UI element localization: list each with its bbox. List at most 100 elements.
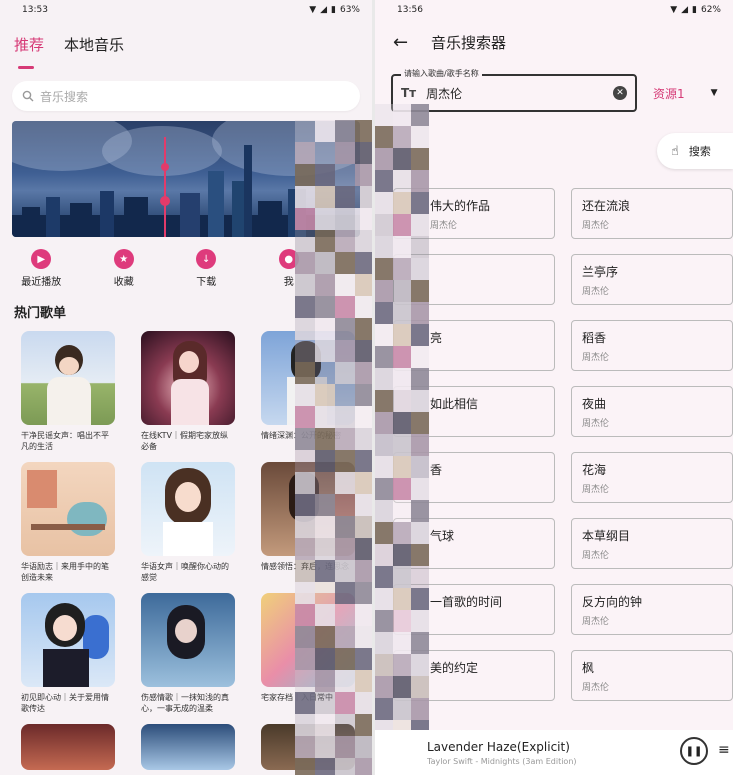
mosaic-tile [355, 560, 372, 582]
battery-icon: ▮ [692, 5, 697, 15]
star-icon: ★ [113, 249, 134, 269]
mosaic-tile [295, 318, 315, 340]
mosaic-tile [393, 324, 411, 346]
mosaic-tile [375, 522, 393, 544]
mosaic-tile [411, 280, 429, 302]
mosaic-tile [295, 208, 315, 230]
mosaic-tile [411, 654, 429, 676]
mosaic-tile [295, 560, 315, 582]
tower-graphic [160, 137, 170, 237]
mosaic-tile [315, 736, 335, 758]
mosaic-tile [355, 450, 372, 472]
mosaic-tile [393, 522, 411, 544]
mosaic-tile [295, 296, 315, 318]
mosaic-tile [411, 104, 429, 126]
mosaic-tile [355, 406, 372, 428]
mosaic-tile [375, 632, 393, 654]
mosaic-tile [315, 758, 335, 775]
search-button-label: 搜索 [688, 145, 711, 158]
result-card[interactable]: 花海 周杰伦 [571, 452, 733, 503]
mini-player[interactable]: Lavender Haze(Explicit) Taylor Swift - M… [375, 730, 733, 775]
mosaic-tile [411, 368, 429, 390]
playlist-cover [21, 462, 115, 556]
mosaic-tile [315, 538, 335, 560]
mosaic-tile [295, 186, 315, 208]
mosaic-tile [295, 538, 315, 560]
mosaic-tile [295, 626, 315, 648]
mosaic-tile [393, 192, 411, 214]
mosaic-tile [375, 302, 393, 324]
result-card[interactable]: 兰亭序 周杰伦 [571, 254, 733, 305]
mosaic-tile [393, 258, 411, 280]
mosaic-tile [295, 736, 315, 758]
result-card[interactable]: 枫周杰伦 [571, 650, 733, 701]
mosaic-tile [375, 258, 393, 280]
mosaic-tile [355, 384, 372, 406]
mosaic-tile [315, 582, 335, 604]
mosaic-tile [393, 610, 411, 632]
mosaic-tile [355, 274, 372, 296]
mosaic-tile [335, 274, 355, 296]
clear-icon[interactable]: ✕ [613, 86, 627, 100]
mosaic-tile [295, 164, 315, 186]
mosaic-tile [335, 252, 355, 274]
playlist-card[interactable]: 干净民谣女声：唱出不平凡的生活 [21, 331, 115, 454]
playlist-card[interactable]: 华语励志｜来用手中的笔创造未来 [21, 462, 115, 585]
playlist-icon[interactable]: ≡ [718, 742, 730, 758]
shortcut-favorite[interactable]: ★ 收藏 [94, 249, 154, 288]
tap-icon: ☝ [671, 143, 679, 159]
shortcut-recent[interactable]: ▶ 最近播放 [11, 249, 71, 288]
mosaic-tile [315, 604, 335, 626]
mosaic-tile [335, 318, 355, 340]
mosaic-tile [393, 632, 411, 654]
playlist-card[interactable]: 在线KTV｜假期宅家放纵必备 [141, 331, 235, 454]
pause-button[interactable]: ❚❚ [680, 737, 708, 765]
mosaic-tile [393, 126, 411, 148]
mosaic-tile [411, 632, 429, 654]
playlist-card[interactable]: 初见即心动｜关于爱用情歌传达 [21, 593, 115, 716]
mosaic-tile [411, 346, 429, 368]
mosaic-tile [355, 362, 372, 384]
song-search-input[interactable] [426, 86, 587, 100]
source-select[interactable]: 资源1 ▼ [653, 85, 718, 102]
playlist-card[interactable] [21, 724, 115, 770]
mosaic-tile [335, 758, 355, 775]
back-arrow-icon[interactable]: ← [393, 32, 423, 53]
mosaic-tile [393, 566, 411, 588]
playlist-card[interactable]: 伤感情歌｜一抹知浅的真心，一事无成的温柔 [141, 593, 235, 716]
tab-local-music[interactable]: 本地音乐 [64, 34, 124, 65]
result-card[interactable]: 还在流浪 周杰伦 [571, 188, 733, 239]
mosaic-tile [375, 324, 393, 346]
result-card[interactable]: 反方向的钟 周杰伦 [571, 584, 733, 635]
mosaic-tile [335, 516, 355, 538]
shortcut-download[interactable]: ↓ 下载 [176, 249, 236, 288]
mosaic-tile [411, 390, 429, 412]
mosaic-tile [295, 472, 315, 494]
playlist-card[interactable]: 华语女声｜唤醒你心动的感觉 [141, 462, 235, 585]
mosaic-tile [315, 494, 335, 516]
mosaic-tile [393, 302, 411, 324]
mosaic-tile [393, 500, 411, 522]
tab-recommend[interactable]: 推荐 [14, 34, 44, 69]
result-card[interactable]: 稻香 周杰伦 [571, 320, 733, 371]
mosaic-tile [315, 340, 335, 362]
battery-level: 62% [700, 5, 721, 15]
search-icon [22, 90, 34, 102]
search-placeholder: 音乐搜索 [40, 89, 89, 104]
mosaic-tile [375, 390, 393, 412]
status-time: 13:53 [22, 5, 48, 15]
search-input[interactable]: 音乐搜索 [12, 81, 360, 111]
result-card[interactable]: 本草纲目 周杰伦 [571, 518, 733, 569]
mosaic-tile [335, 648, 355, 670]
mosaic-tile [315, 252, 335, 274]
mosaic-tile [411, 698, 429, 720]
mosaic-tile [411, 478, 429, 500]
mosaic-tile [335, 384, 355, 406]
playlist-card[interactable] [141, 724, 235, 770]
battery-icon: ▮ [331, 5, 336, 15]
mosaic-tile [393, 478, 411, 500]
mosaic-tile [375, 236, 393, 258]
mosaic-tile [315, 274, 335, 296]
result-card[interactable]: 夜曲 周杰伦 [571, 386, 733, 437]
search-button[interactable]: ☝ 搜索 [657, 133, 733, 169]
